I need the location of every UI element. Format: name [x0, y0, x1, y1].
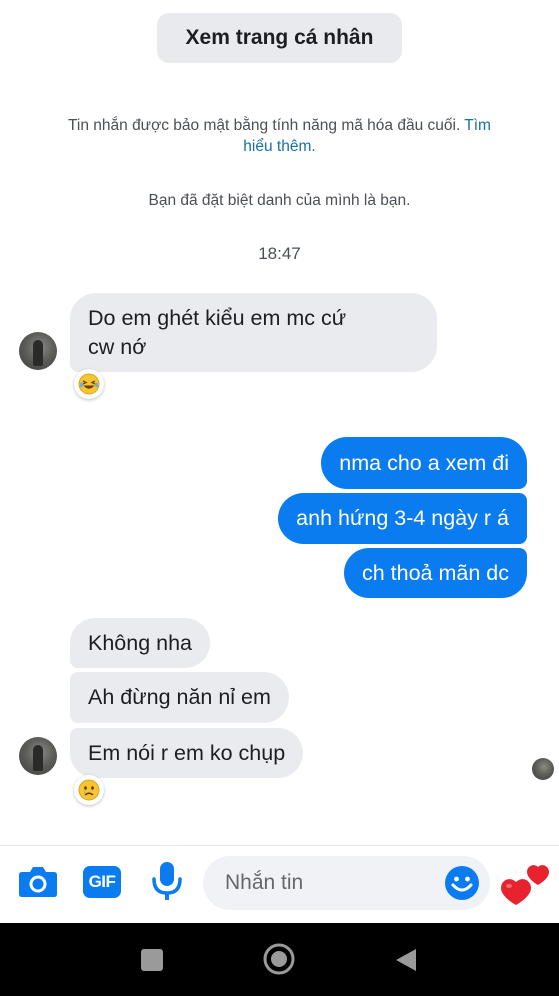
outgoing-message[interactable]: ch thoả mãn dc [343, 548, 527, 598]
outgoing-message[interactable]: anh hứng 3-4 ngày r á [278, 493, 527, 544]
emoji-icon[interactable] [444, 865, 480, 906]
message-text: Em nói r em ko chụp [88, 740, 286, 765]
incoming-message[interactable]: Em nói r em ko chụp [70, 728, 304, 778]
seen-indicator-avatar [532, 758, 554, 780]
microphone-icon[interactable] [150, 860, 184, 907]
heart-icon[interactable] [497, 856, 551, 913]
encryption-notice: Tin nhắn được bảo mật bằng tính năng mã … [60, 115, 499, 157]
message-text: Ah đừng năn nỉ em [88, 685, 271, 709]
home-icon[interactable] [262, 942, 296, 981]
message-text: Không nha [88, 630, 193, 655]
message-timestamp: 18:47 [258, 244, 301, 263]
message-text: anh hứng 3-4 ngày r á [296, 506, 509, 530]
gif-label: GIF [88, 872, 116, 891]
nickname-notice: Bạn đã đặt biệt danh của mình là bạn. [148, 192, 411, 209]
incoming-message[interactable]: Do em ghét kiểu em mc cứ cw nớ [70, 293, 437, 372]
camera-icon[interactable] [18, 863, 58, 904]
outgoing-message[interactable]: nma cho a xem đi [321, 437, 527, 489]
view-profile-button[interactable]: Xem trang cá nhân [157, 13, 402, 63]
gif-icon[interactable]: GIF [83, 866, 121, 898]
contact-avatar[interactable] [19, 737, 57, 775]
incoming-message[interactable]: Không nha [70, 618, 211, 668]
message-text: ch thoả mãn dc [361, 560, 509, 585]
message-text-line: cw nớ [88, 334, 147, 359]
encryption-text: Tin nhắn được bảo mật bằng tính năng mã … [68, 117, 461, 134]
message-text: nma cho a xem đi [339, 450, 509, 475]
chat-area: Xem trang cá nhân Tin nhắn được bảo mật … [0, 0, 559, 845]
contact-avatar[interactable] [19, 332, 57, 370]
message-input-placeholder: Nhắn tin [225, 871, 304, 894]
sad-emoji-icon[interactable] [74, 775, 104, 805]
back-icon[interactable] [394, 947, 418, 978]
laughing-emoji-icon[interactable] [74, 369, 104, 399]
message-text-line: Do em ghét kiểu em mc cứ [88, 305, 347, 330]
incoming-message[interactable]: Ah đừng năn nỉ em [70, 672, 289, 723]
recent-apps-icon[interactable] [140, 948, 164, 977]
